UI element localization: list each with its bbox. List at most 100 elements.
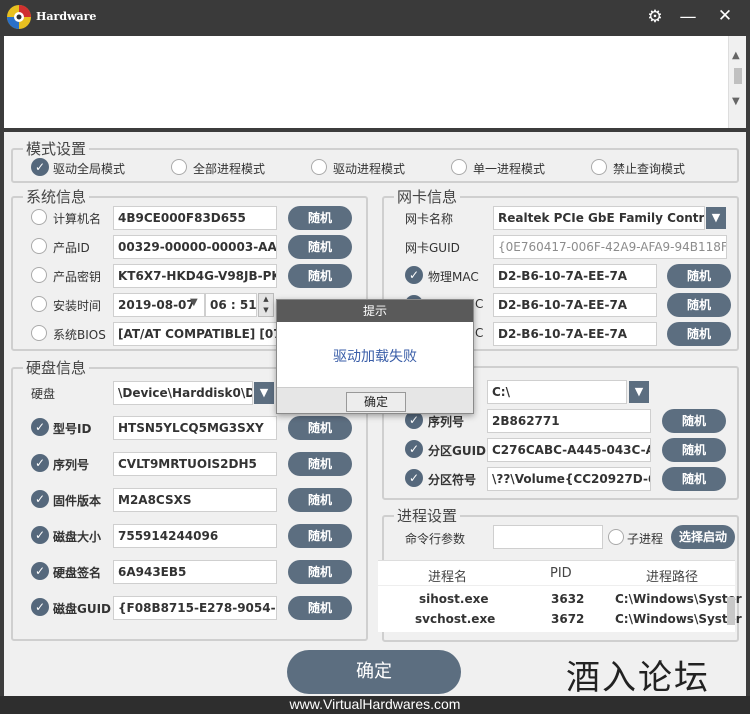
- firmware-check[interactable]: ✓: [31, 490, 49, 508]
- firmware-random-button[interactable]: 随机: [288, 488, 352, 512]
- mac2-label: C: [475, 297, 484, 311]
- partition-dropdown[interactable]: C:\: [487, 380, 627, 404]
- mode-radio-3[interactable]: [451, 159, 467, 175]
- mode-radio-0[interactable]: ✓: [31, 158, 49, 176]
- disk-signature-check[interactable]: ✓: [31, 562, 49, 580]
- scroll-up-icon[interactable]: ▲: [732, 50, 740, 61]
- process-settings-legend: 进程设置: [397, 507, 458, 525]
- model-id-random-button[interactable]: 随机: [288, 416, 352, 440]
- disk-guid-field[interactable]: {F08B8715-E278-9054-2D7: [113, 596, 277, 620]
- disk-guid-check[interactable]: ✓: [31, 598, 49, 616]
- nic-guid-label: 网卡GUID: [405, 241, 460, 255]
- firmware-field[interactable]: M2A8CSXS: [113, 488, 277, 512]
- nic-name-dropdown[interactable]: Realtek PCIe GbE Family Controll: [493, 206, 705, 230]
- confirm-button[interactable]: 确定: [287, 650, 461, 694]
- nic-dropdown-arrow-icon[interactable]: ▼: [706, 207, 726, 229]
- model-id-check[interactable]: ✓: [31, 418, 49, 436]
- partition-guid-random-button[interactable]: 随机: [662, 438, 726, 462]
- mac2-random-button[interactable]: 随机: [667, 293, 731, 317]
- bios-field[interactable]: [AT/AT COMPATIBLE] [07: [113, 322, 277, 346]
- mac3-field[interactable]: D2-B6-10-7A-EE-7A: [493, 322, 657, 346]
- computer-name-radio[interactable]: [31, 209, 47, 225]
- model-id-field[interactable]: HTSN5YLCQ5MG3SXY: [113, 416, 277, 440]
- col-process-name[interactable]: 进程名: [428, 566, 467, 585]
- settings-gear-icon[interactable]: ⚙: [644, 7, 666, 27]
- nic-guid-field[interactable]: {0E760417-006F-42A9-AFA9-94B118F2: [493, 235, 727, 259]
- date-dropdown-icon[interactable]: ▼: [190, 297, 198, 308]
- col-pid[interactable]: PID: [550, 566, 572, 581]
- table-scrollbar[interactable]: [727, 597, 735, 625]
- child-process-radio[interactable]: [608, 529, 624, 545]
- disk-dropdown[interactable]: \Device\Harddisk0\DI: [113, 381, 253, 405]
- disk-serial-field[interactable]: CVLT9MRTUOIS2DH5: [113, 452, 277, 476]
- window-title: Hardware: [36, 10, 97, 23]
- computer-name-random-button[interactable]: 随机: [288, 206, 352, 230]
- scroll-down-icon[interactable]: ▼: [732, 96, 740, 107]
- cmdline-input[interactable]: [493, 525, 603, 549]
- row-0-name[interactable]: sihost.exe: [419, 592, 489, 606]
- col-process-path[interactable]: 进程路径: [646, 566, 698, 585]
- disk-serial-random-button[interactable]: 随机: [288, 452, 352, 476]
- mode-radio-4[interactable]: [591, 159, 607, 175]
- bios-radio[interactable]: [31, 325, 47, 341]
- disk-size-field[interactable]: 755914244096: [113, 524, 277, 548]
- product-id-random-button[interactable]: 随机: [288, 235, 352, 259]
- disk-dropdown-arrow-icon[interactable]: ▼: [254, 382, 274, 404]
- partition-serial-label: 序列号: [428, 415, 465, 429]
- partition-dropdown-arrow-icon[interactable]: ▼: [629, 381, 649, 403]
- row-1-path[interactable]: C:\Windows\Syster: [615, 612, 742, 626]
- partition-serial-field[interactable]: 2B862771: [487, 409, 651, 433]
- mac2-field[interactable]: D2-B6-10-7A-EE-7A: [493, 293, 657, 317]
- product-key-radio[interactable]: [31, 267, 47, 283]
- firmware-label: 固件版本: [53, 494, 102, 508]
- disk-signature-field[interactable]: 6A943EB5: [113, 560, 277, 584]
- log-scrollbar[interactable]: ▲ ▼: [728, 36, 746, 128]
- partition-guid-field[interactable]: C276CABC-A445-043C-AAI: [487, 438, 651, 462]
- partition-symbol-field[interactable]: \??\Volume{CC20927D-6B: [487, 467, 651, 491]
- system-info-legend: 系统信息: [26, 188, 87, 206]
- row-0-pid[interactable]: 3632: [551, 592, 584, 606]
- dialog-ok-button[interactable]: 确定: [346, 392, 406, 412]
- partition-guid-label: 分区GUID: [428, 444, 487, 458]
- install-time-radio[interactable]: [31, 296, 47, 312]
- install-time-field[interactable]: 06 : 51: [205, 293, 257, 317]
- close-icon[interactable]: ✕: [714, 6, 736, 26]
- log-output-area[interactable]: ▲ ▼: [4, 36, 746, 128]
- time-spinner-icon[interactable]: ▲ ▼: [258, 293, 274, 317]
- row-1-name[interactable]: svchost.exe: [415, 612, 495, 626]
- physical-mac-check[interactable]: ✓: [405, 266, 423, 284]
- product-key-random-button[interactable]: 随机: [288, 264, 352, 288]
- row-1-pid[interactable]: 3672: [551, 612, 584, 626]
- mode-label-1: 全部进程模式: [193, 162, 266, 176]
- product-id-field[interactable]: 00329-00000-00003-AA141: [113, 235, 277, 259]
- row-0-path[interactable]: C:\Windows\Syster: [615, 592, 742, 606]
- product-key-field[interactable]: KT6X7-HKD4G-V98JB-PKM: [113, 264, 277, 288]
- minimize-icon[interactable]: —: [677, 7, 699, 27]
- physical-mac-random-button[interactable]: 随机: [667, 264, 731, 288]
- product-id-radio[interactable]: [31, 238, 47, 254]
- mac3-label: C: [475, 326, 484, 340]
- mode-radio-2[interactable]: [311, 159, 327, 175]
- partition-guid-check[interactable]: ✓: [405, 440, 423, 458]
- computer-name-field[interactable]: 4B9CE000F83D655: [113, 206, 277, 230]
- disk-size-random-button[interactable]: 随机: [288, 524, 352, 548]
- disk-size-check[interactable]: ✓: [31, 526, 49, 544]
- child-process-label: 子进程: [627, 532, 664, 546]
- table-header-divider: [378, 585, 735, 586]
- mode-radio-1[interactable]: [171, 159, 187, 175]
- watermark-text: 酒入论坛: [566, 658, 710, 698]
- partition-symbol-label: 分区符号: [428, 473, 477, 487]
- process-table[interactable]: 进程名 PID 进程路径 sihost.exe 3632 C:\Windows\…: [378, 560, 742, 632]
- mode-label-2: 驱动进程模式: [333, 162, 406, 176]
- partition-serial-random-button[interactable]: 随机: [662, 409, 726, 433]
- partition-symbol-random-button[interactable]: 随机: [662, 467, 726, 491]
- scroll-thumb[interactable]: [734, 68, 742, 84]
- disk-signature-random-button[interactable]: 随机: [288, 560, 352, 584]
- disk-serial-label: 序列号: [53, 458, 90, 472]
- disk-serial-check[interactable]: ✓: [31, 454, 49, 472]
- disk-guid-random-button[interactable]: 随机: [288, 596, 352, 620]
- physical-mac-field[interactable]: D2-B6-10-7A-EE-7A: [493, 264, 657, 288]
- select-start-button[interactable]: 选择启动: [671, 525, 735, 549]
- partition-symbol-check[interactable]: ✓: [405, 469, 423, 487]
- mac3-random-button[interactable]: 随机: [667, 322, 731, 346]
